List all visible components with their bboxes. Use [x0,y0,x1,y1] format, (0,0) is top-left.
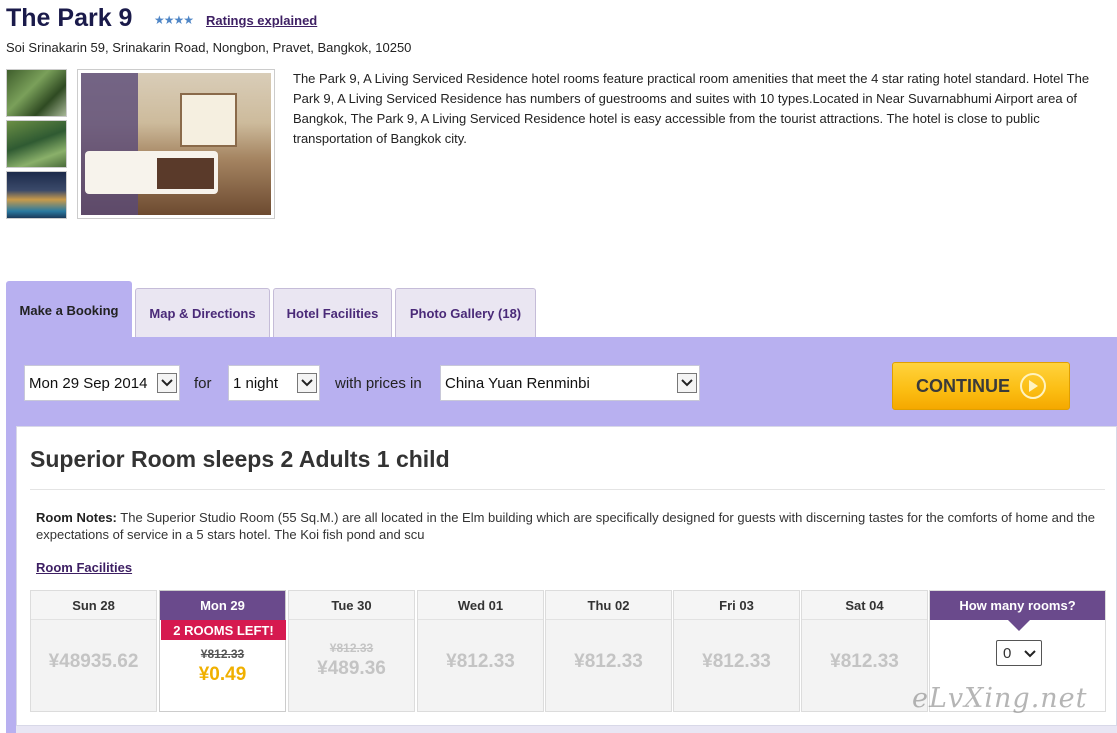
chevron-down-icon [157,373,177,393]
deal-price: ¥0.49 [198,664,247,685]
day-price: ¥812.33 [446,651,515,672]
day-column-thu-02: Thu 02 ¥812.33 [545,590,672,712]
day-price: ¥812.33 [830,651,899,672]
room-facilities-link[interactable]: Room Facilities [36,560,132,575]
rooms-count-header: How many rooms? [930,591,1105,631]
tab-hotel-facilities[interactable]: Hotel Facilities [273,288,392,338]
divider [30,489,1105,490]
nights-select-value: 1 night [233,374,279,392]
hotel-description: The Park 9, A Living Serviced Residence … [293,71,1090,146]
for-label: for [194,375,212,392]
ratings-explained-link[interactable]: Ratings explained [206,13,317,28]
day-header: Sat 04 [802,591,927,620]
day-header: Fri 03 [674,591,799,620]
tab-make-a-booking[interactable]: Make a Booking [6,281,132,338]
play-arrow-icon [1020,373,1046,399]
rooms-count-heading: How many rooms? [959,598,1076,613]
day-price: ¥48935.62 [48,651,139,672]
room-notes-text: The Superior Studio Room (55 Sq.M.) are … [36,510,1096,542]
day-header: Tue 30 [289,591,414,620]
hotel-address: Soi Srinakarin 59, Srinakarin Road, Nong… [6,40,412,55]
photo-thumbnail[interactable] [6,120,67,168]
rooms-count-select[interactable]: 0 [996,640,1042,666]
star-rating: ★★★★ [154,13,194,27]
day-column-fri-03: Fri 03 ¥812.33 [673,590,800,712]
day-header: Mon 29 [160,591,285,620]
day-price: ¥812.33 [574,651,643,672]
with-prices-label: with prices in [335,375,422,392]
rooms-count-value: 0 [1003,644,1012,662]
original-price: ¥812.33 [329,641,374,655]
tab-map-directions[interactable]: Map & Directions [135,288,270,338]
photo-thumbnail[interactable] [6,69,67,117]
day-column-mon-29[interactable]: Mon 29 2 ROOMS LEFT! ¥812.33 ¥0.49 [159,590,286,712]
bottom-strip [16,726,1117,733]
room-notes: Room Notes: The Superior Studio Room (55… [36,509,1106,543]
day-price: ¥812.33 [702,651,771,672]
chevron-down-icon [1024,650,1036,658]
main-room-photo[interactable] [77,69,275,219]
hotel-name: The Park 9 [6,4,133,32]
pointer-arrow-icon [1008,620,1030,631]
currency-select-value: China Yuan Renminbi [445,374,590,392]
tab-photo-gallery[interactable]: Photo Gallery (18) [395,288,536,338]
room-notes-label: Room Notes: [36,510,117,525]
day-column-sun-28: Sun 28 ¥48935.62 [30,590,157,712]
day-header: Sun 28 [31,591,156,620]
room-title: Superior Room sleeps 2 Adults 1 child [30,446,450,472]
continue-button[interactable]: CONTINUE [892,362,1070,410]
day-price: ¥489.36 [317,658,386,679]
day-column-tue-30: Tue 30 ¥812.33 ¥489.36 [288,590,415,712]
watermark: eLvXing.net [912,683,1088,714]
continue-button-label: CONTINUE [916,375,1010,396]
date-select[interactable]: Mon 29 Sep 2014 [24,365,180,401]
date-select-value: Mon 29 Sep 2014 [29,374,148,392]
nights-select[interactable]: 1 night [228,365,320,401]
rooms-left-badge: 2 ROOMS LEFT! [161,620,286,640]
currency-select[interactable]: China Yuan Renminbi [440,365,700,401]
day-header: Wed 01 [418,591,543,620]
day-column-sat-04: Sat 04 ¥812.33 [801,590,928,712]
chevron-down-icon [297,373,317,393]
day-column-wed-01: Wed 01 ¥812.33 [417,590,544,712]
photo-thumbnail[interactable] [6,171,67,219]
chevron-down-icon [677,373,697,393]
day-header: Thu 02 [546,591,671,620]
original-price: ¥812.33 [200,647,245,661]
